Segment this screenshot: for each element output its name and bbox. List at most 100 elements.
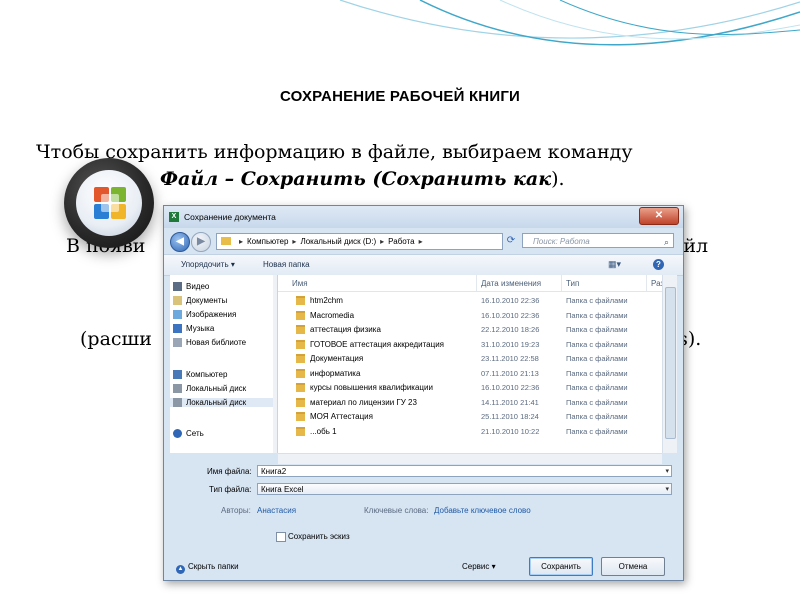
file-type: Папка с файлами <box>566 339 628 349</box>
decorative-curves <box>339 0 800 46</box>
folder-icon <box>296 412 305 421</box>
horizontal-scrollbar[interactable] <box>278 453 662 464</box>
save-button[interactable]: Сохранить <box>529 557 593 576</box>
path-segment[interactable]: Локальный диск (D:) <box>300 237 376 246</box>
refresh-icon[interactable]: ⟳ <box>504 233 518 248</box>
column-name[interactable]: Имя <box>292 279 308 288</box>
music-icon <box>173 324 182 333</box>
file-name: Macromedia <box>310 310 355 320</box>
nav-item-new-library[interactable]: Новая библиоте <box>173 338 246 347</box>
save-dialog: X Сохранение документа ✕ ◀ ▶ ▸ Компьютер ▸… <box>163 205 684 581</box>
nav-item-music[interactable]: Музыка <box>173 324 214 333</box>
file-name: информатика <box>310 368 361 378</box>
search-input[interactable]: Поиск: Работа ⌕ <box>522 233 674 248</box>
search-icon: ⌕ <box>663 237 669 247</box>
file-row[interactable]: Документация 23.11.2010 22:58 Папка с файл… <box>278 351 662 365</box>
file-name: курсы повышения квалификации <box>310 383 433 392</box>
folder-icon <box>296 383 305 392</box>
help-icon[interactable]: ? <box>653 259 664 270</box>
dialog-toolbar: Упорядочить ▾ Новая папка ▦▾ ? <box>164 254 683 276</box>
vertical-scrollbar[interactable] <box>662 275 677 453</box>
filetype-select[interactable]: Книга Excel ▾ <box>257 483 672 495</box>
file-type: Папка с файлами <box>566 412 628 421</box>
scroll-thumb[interactable] <box>665 287 676 439</box>
file-type: Папка с файлами <box>566 354 628 363</box>
chevron-down-icon[interactable]: ▾ <box>665 484 669 496</box>
file-name: аттестация физика <box>310 325 381 334</box>
folder-icon <box>296 339 305 349</box>
file-date: 16.10.2010 22:36 <box>481 296 540 305</box>
nav-item-video[interactable]: Видео <box>173 282 209 291</box>
nav-item-local-disk-d[interactable]: Локальный диск <box>170 398 273 407</box>
file-row[interactable]: ГОТОВОЕ аттестация аккредитация 31.10.201… <box>278 337 662 351</box>
file-name: материал по лицензии ГУ 23 <box>310 397 417 407</box>
file-row[interactable]: аттестация физика 22.12.2010 18:26 Папка с… <box>278 322 662 336</box>
file-type: Папка с файлами <box>566 397 628 407</box>
file-row[interactable]: htm2chm 16.10.2010 22:36 Папка с файлами <box>278 293 662 307</box>
hide-folders-button[interactable]: ▲ Скрыть папки <box>176 562 239 574</box>
instruction-line-4-left: (расши <box>80 328 152 350</box>
cancel-button[interactable]: Отмена <box>601 557 665 576</box>
file-date: 21.10.2010 10:22 <box>481 426 540 436</box>
keywords-value[interactable]: Добавьте ключевое слово <box>434 506 531 515</box>
file-row[interactable]: ...обь 1 21.10.2010 10:22 Папка с файлами <box>278 424 662 438</box>
nav-item-documents[interactable]: Документы <box>173 296 227 305</box>
save-form: Имя файла: Книга2 ▾ Тип файла: Книга Exce… <box>164 453 683 580</box>
file-row[interactable]: Macromedia 16.10.2010 22:36 Папка с файлам… <box>278 308 662 322</box>
nav-item-local-disk-c[interactable]: Локальный диск <box>173 384 246 393</box>
dialog-titlebar[interactable]: X Сохранение документа ✕ <box>164 206 683 228</box>
folder-icon <box>296 397 305 407</box>
authors-value[interactable]: Анастасия <box>257 506 296 515</box>
file-type: Папка с файлами <box>566 310 628 320</box>
file-date: 23.11.2010 22:58 <box>481 354 539 363</box>
network-icon <box>173 429 182 438</box>
path-segment[interactable]: Работа <box>388 237 414 246</box>
file-type: Папка с файлами <box>566 325 628 334</box>
disk-icon <box>173 384 182 393</box>
close-button[interactable]: ✕ <box>639 207 679 225</box>
nav-item-computer[interactable]: Компьютер <box>173 370 227 379</box>
new-folder-button[interactable]: Новая папка <box>263 260 310 269</box>
address-path[interactable]: ▸ Компьютер ▸ Локальный диск (D:) ▸ Работа ▸ <box>216 233 503 250</box>
column-size[interactable]: Раз <box>651 279 662 288</box>
file-row[interactable]: информатика 07.11.2010 21:13 Папка с файла… <box>278 366 662 380</box>
file-row[interactable]: МОЯ Аттестация 25.11.2010 18:24 Папка с фа… <box>278 409 662 423</box>
chevron-down-icon[interactable]: ▾ <box>665 466 669 478</box>
file-row[interactable]: курсы повышения квалификации 16.10.2010 2… <box>278 380 662 394</box>
computer-icon <box>173 370 182 379</box>
nav-item-pictures[interactable]: Изображения <box>173 310 236 319</box>
file-date: 22.12.2010 18:26 <box>481 325 540 334</box>
file-name: МОЯ Аттестация <box>310 412 373 421</box>
pictures-icon <box>173 310 182 319</box>
dialog-title: Сохранение документа <box>184 212 276 222</box>
back-button[interactable]: ◀ <box>170 232 190 252</box>
file-date: 16.10.2010 22:36 <box>481 383 540 392</box>
file-row[interactable]: материал по лицензии ГУ 23 14.11.2010 21:… <box>278 395 662 409</box>
forward-button[interactable]: ▶ <box>191 232 211 252</box>
file-name: htm2chm <box>310 296 343 305</box>
folder-icon <box>296 354 305 363</box>
library-icon <box>173 338 182 347</box>
filename-label: Имя файла: <box>207 467 252 476</box>
address-bar-row: ◀ ▶ ▸ Компьютер ▸ Локальный диск (D:) ▸ Работ… <box>164 228 683 254</box>
file-type: Папка с файлами <box>566 296 628 305</box>
nav-item-network[interactable]: Сеть <box>173 429 204 438</box>
save-thumbnail-checkbox[interactable] <box>276 532 286 542</box>
file-type: Папка с файлами <box>566 426 628 436</box>
views-icon[interactable]: ▦▾ <box>608 259 622 269</box>
tools-button[interactable]: Сервис ▾ <box>462 562 496 571</box>
folder-icon <box>296 426 305 436</box>
file-date: 16.10.2010 22:36 <box>481 310 540 320</box>
authors-label: Авторы: <box>221 506 251 515</box>
path-segment[interactable]: Компьютер <box>247 237 288 246</box>
column-type[interactable]: Тип <box>566 279 579 288</box>
column-date[interactable]: Дата изменения <box>481 279 541 288</box>
office-button-icon <box>64 158 154 248</box>
folder-icon <box>296 310 305 320</box>
instruction-line-1: Чтобы сохранить информацию в файле, выби… <box>36 141 633 163</box>
save-thumbnail-label: Сохранить эскиз <box>288 532 350 541</box>
slide: СОХРАНЕНИЕ РАБОЧЕЙ КНИГИ Чтобы сохранить… <box>0 0 800 600</box>
nav-scrollbar[interactable] <box>273 275 277 453</box>
filename-input[interactable]: Книга2 ▾ <box>257 465 672 477</box>
organize-button[interactable]: Упорядочить ▾ <box>181 260 235 269</box>
